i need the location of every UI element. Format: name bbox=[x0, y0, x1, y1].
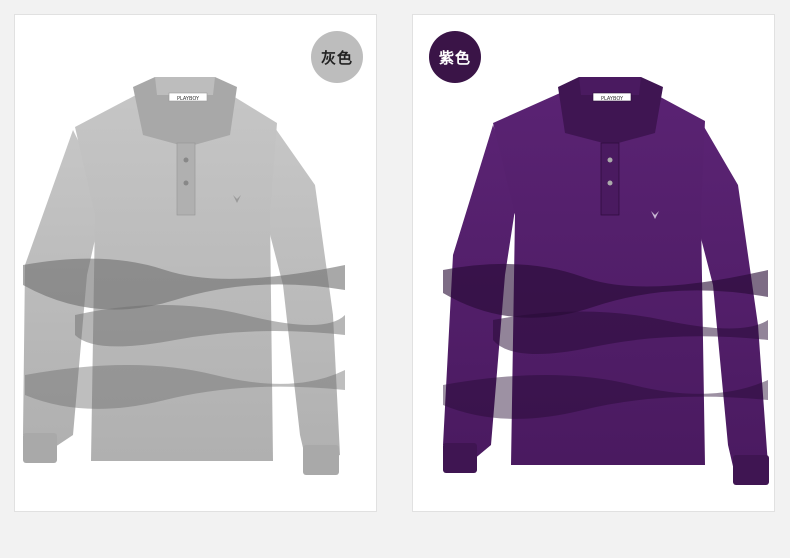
product-panel-gray: PLAYBOY 灰色 bbox=[14, 14, 377, 512]
brand-tag-text: PLAYBOY bbox=[601, 96, 624, 102]
color-badge-purple[interactable]: 紫色 bbox=[429, 31, 481, 83]
color-badge-gray[interactable]: 灰色 bbox=[311, 31, 363, 83]
purple-polo-shirt-image: PLAYBOY bbox=[443, 77, 769, 485]
page-footer-gap bbox=[0, 512, 790, 558]
gray-polo-shirt-image: PLAYBOY bbox=[23, 77, 345, 475]
product-panel-purple: PLAYBOY 紫色 bbox=[412, 14, 775, 512]
brand-tag-text: PLAYBOY bbox=[177, 96, 200, 102]
